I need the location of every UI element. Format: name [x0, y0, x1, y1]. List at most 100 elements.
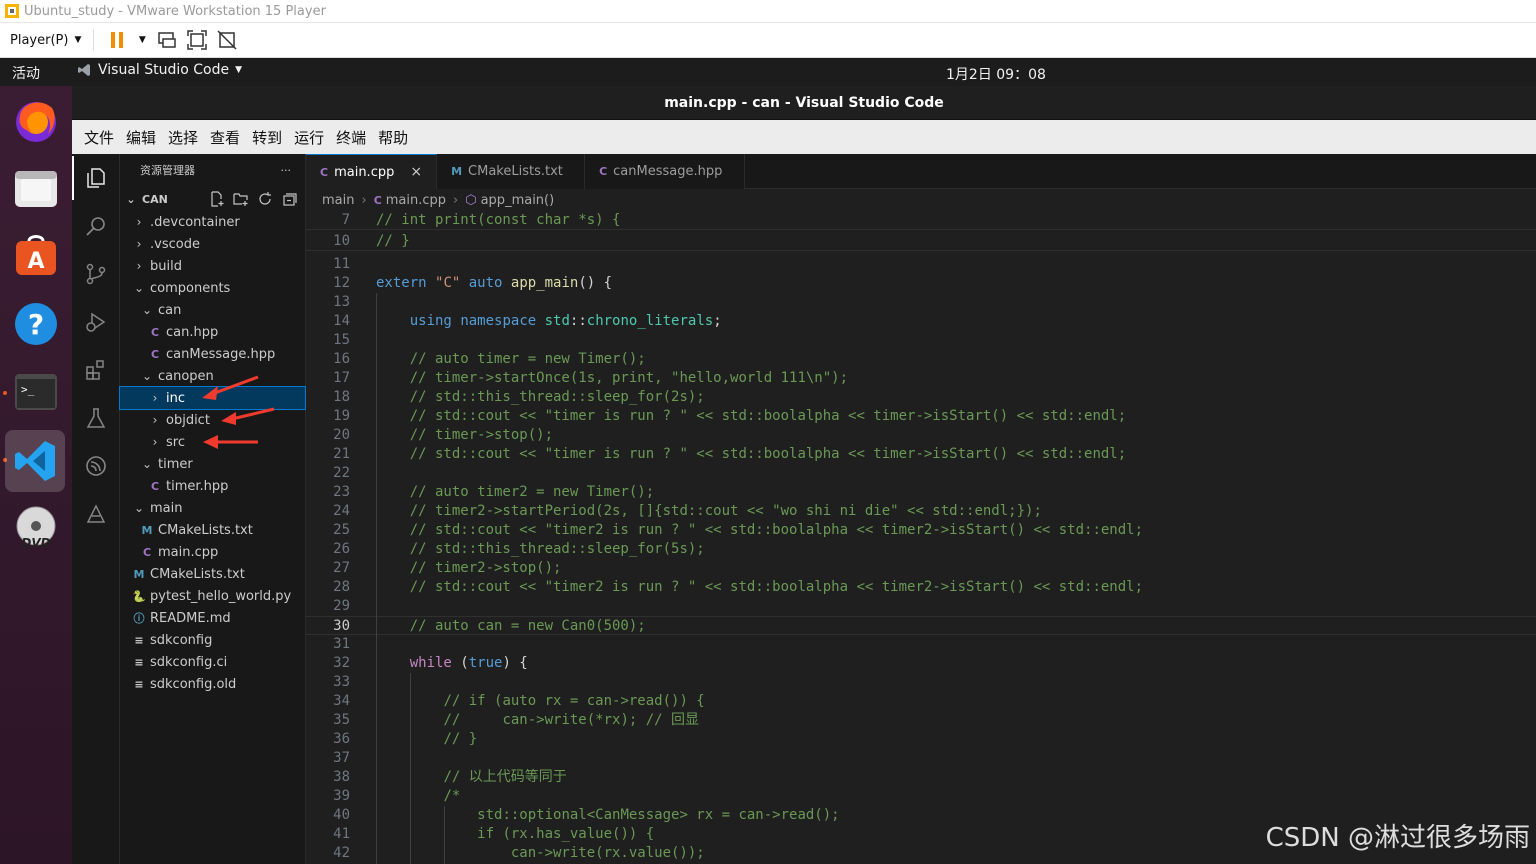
- refresh-icon[interactable]: [257, 191, 273, 207]
- code-line[interactable]: 15: [306, 331, 1536, 350]
- code-line[interactable]: 27 // timer2->stop();: [306, 559, 1536, 578]
- send-ctrl-alt-del-icon[interactable]: [156, 29, 178, 51]
- code-line[interactable]: 30 // auto can = new Can0(500);: [306, 616, 1536, 635]
- tree-file[interactable]: CcanMessage.hpp: [120, 343, 305, 365]
- full-screen-icon[interactable]: [186, 29, 208, 51]
- new-folder-icon[interactable]: [233, 191, 249, 207]
- indent-guide: [410, 673, 411, 864]
- app-menu[interactable]: Visual Studio Code ▼: [78, 62, 242, 78]
- tree-file[interactable]: 🐍 pytest_hello_world.py: [120, 585, 305, 607]
- menu-run[interactable]: 运行: [288, 127, 330, 148]
- testing-icon[interactable]: [82, 404, 110, 432]
- files-icon[interactable]: [8, 160, 64, 216]
- run-debug-icon[interactable]: [82, 308, 110, 336]
- close-icon[interactable]: ×: [410, 164, 422, 180]
- tree-file[interactable]: ≡ sdkconfig: [120, 629, 305, 651]
- menu-file[interactable]: 文件: [78, 127, 120, 148]
- menu-view[interactable]: 查看: [204, 127, 246, 148]
- search-icon[interactable]: [82, 212, 110, 240]
- code-line[interactable]: 36 // }: [306, 730, 1536, 749]
- breadcrumb-folder[interactable]: main: [322, 193, 354, 208]
- source-control-icon[interactable]: [82, 260, 110, 288]
- tree-file[interactable]: ≡ sdkconfig.ci: [120, 651, 305, 673]
- code-line[interactable]: 34 // if (auto rx = can->read()) {: [306, 692, 1536, 711]
- idf-tools-icon[interactable]: [82, 500, 110, 528]
- software-center-icon[interactable]: A: [8, 228, 64, 284]
- code-line[interactable]: 33: [306, 673, 1536, 692]
- workspace-root[interactable]: ⌄ CAN: [120, 188, 305, 210]
- code-line[interactable]: 14 using namespace std::chrono_literals;: [306, 312, 1536, 331]
- tree-file[interactable]: M CMakeLists.txt: [120, 519, 305, 541]
- code-line[interactable]: 20 // timer->stop();: [306, 426, 1536, 445]
- player-menu[interactable]: Player(P) ▼: [10, 33, 81, 48]
- vscode-icon[interactable]: [5, 430, 65, 492]
- tab-canmessage-hpp[interactable]: C canMessage.hpp: [585, 154, 746, 189]
- code-line[interactable]: 29: [306, 597, 1536, 616]
- tab-main-cpp[interactable]: C main.cpp ×: [306, 154, 438, 189]
- code-line[interactable]: 37: [306, 749, 1536, 768]
- code-line[interactable]: 17 // timer->startOnce(1s, print, "hello…: [306, 369, 1536, 388]
- code-line[interactable]: 35 // can->write(*rx); // 回显: [306, 711, 1536, 730]
- menu-terminal[interactable]: 终端: [330, 127, 372, 148]
- tree-file[interactable]: Ccan.hpp: [120, 321, 305, 343]
- code-line[interactable]: 16 // auto timer = new Timer();: [306, 350, 1536, 369]
- tree-folder[interactable]: ⌄ timer: [120, 453, 305, 475]
- explorer-icon[interactable]: [72, 156, 110, 200]
- tree-folder[interactable]: ⌄ components: [120, 277, 305, 299]
- tree-folder[interactable]: ⌄ main: [120, 497, 305, 519]
- code-token: // timer->startOnce(1s, print, "hello,wo…: [409, 370, 849, 386]
- activities-button[interactable]: 活动: [12, 63, 40, 83]
- tree-folder[interactable]: › .vscode: [120, 233, 305, 255]
- code-line[interactable]: 19 // std::cout << "timer is run ? " << …: [306, 407, 1536, 426]
- menu-selection[interactable]: 选择: [162, 127, 204, 148]
- terminal-icon[interactable]: >_: [8, 364, 64, 420]
- code-line[interactable]: 23 // auto timer2 = new Timer();: [306, 483, 1536, 502]
- tree-folder[interactable]: › .devcontainer: [120, 211, 305, 233]
- code-line[interactable]: 11: [306, 255, 1536, 274]
- code-line[interactable]: 32 while (true) {: [306, 654, 1536, 673]
- code-line[interactable]: 12 extern "C" auto app_main() {: [306, 274, 1536, 293]
- tab-cmakelists[interactable]: M CMakeLists.txt: [437, 154, 586, 189]
- tree-file[interactable]: M CMakeLists.txt: [120, 563, 305, 585]
- code-line[interactable]: 13: [306, 293, 1536, 312]
- tree-folder[interactable]: ⌄ can: [120, 299, 305, 321]
- sticky-scroll-line[interactable]: 10 // }: [306, 232, 1536, 251]
- menu-help[interactable]: 帮助: [372, 127, 414, 148]
- code-editor[interactable]: 7 // int print(const char *s) { 10 // } 11 12…: [306, 211, 1536, 864]
- menu-edit[interactable]: 编辑: [120, 127, 162, 148]
- more-actions-icon[interactable]: ···: [281, 154, 292, 188]
- dvd-icon[interactable]: DVD: [8, 500, 64, 556]
- code-line[interactable]: 26 // std::this_thread::sleep_for(5s);: [306, 540, 1536, 559]
- clock[interactable]: 1月2日 09：08: [946, 64, 1046, 84]
- tree-item-label: build: [150, 258, 182, 274]
- unity-mode-icon[interactable]: [216, 29, 238, 51]
- firefox-icon[interactable]: [8, 92, 64, 148]
- code-line[interactable]: 24 // timer2->startPeriod(2s, []{std::co…: [306, 502, 1536, 521]
- help-icon[interactable]: ?: [8, 296, 64, 352]
- tree-file[interactable]: Cmain.cpp: [120, 541, 305, 563]
- extensions-icon[interactable]: [82, 356, 110, 384]
- code-line[interactable]: 18 // std::this_thread::sleep_for(2s);: [306, 388, 1536, 407]
- code-token: true: [468, 655, 503, 671]
- code-line[interactable]: 22: [306, 464, 1536, 483]
- code-line[interactable]: 28 // std::cout << "timer2 is run ? " <<…: [306, 578, 1536, 597]
- indent-guide: [444, 806, 445, 864]
- code-line[interactable]: 31: [306, 635, 1536, 654]
- pause-icon[interactable]: [106, 29, 128, 51]
- code-line[interactable]: 21 // std::cout << "timer is run ? " << …: [306, 445, 1536, 464]
- menu-go[interactable]: 转到: [246, 127, 288, 148]
- code-line[interactable]: 39 /*: [306, 787, 1536, 806]
- code-line[interactable]: 38 // 以上代码等同于: [306, 768, 1536, 787]
- sticky-scroll-line[interactable]: 7 // int print(const char *s) {: [306, 211, 1536, 230]
- breadcrumb-symbol[interactable]: app_main(): [481, 193, 555, 208]
- pause-dropdown-icon[interactable]: ▼: [136, 29, 148, 51]
- tree-file[interactable]: ⓘ README.md: [120, 607, 305, 629]
- espressif-icon[interactable]: [82, 452, 110, 480]
- collapse-all-icon[interactable]: [281, 191, 297, 207]
- tree-file[interactable]: ≡ sdkconfig.old: [120, 673, 305, 695]
- code-line[interactable]: 25 // std::cout << "timer2 is run ? " <<…: [306, 521, 1536, 540]
- new-file-icon[interactable]: [209, 191, 225, 207]
- tree-folder[interactable]: › build: [120, 255, 305, 277]
- breadcrumb-file[interactable]: main.cpp: [386, 193, 446, 208]
- tree-file[interactable]: Ctimer.hpp: [120, 475, 305, 497]
